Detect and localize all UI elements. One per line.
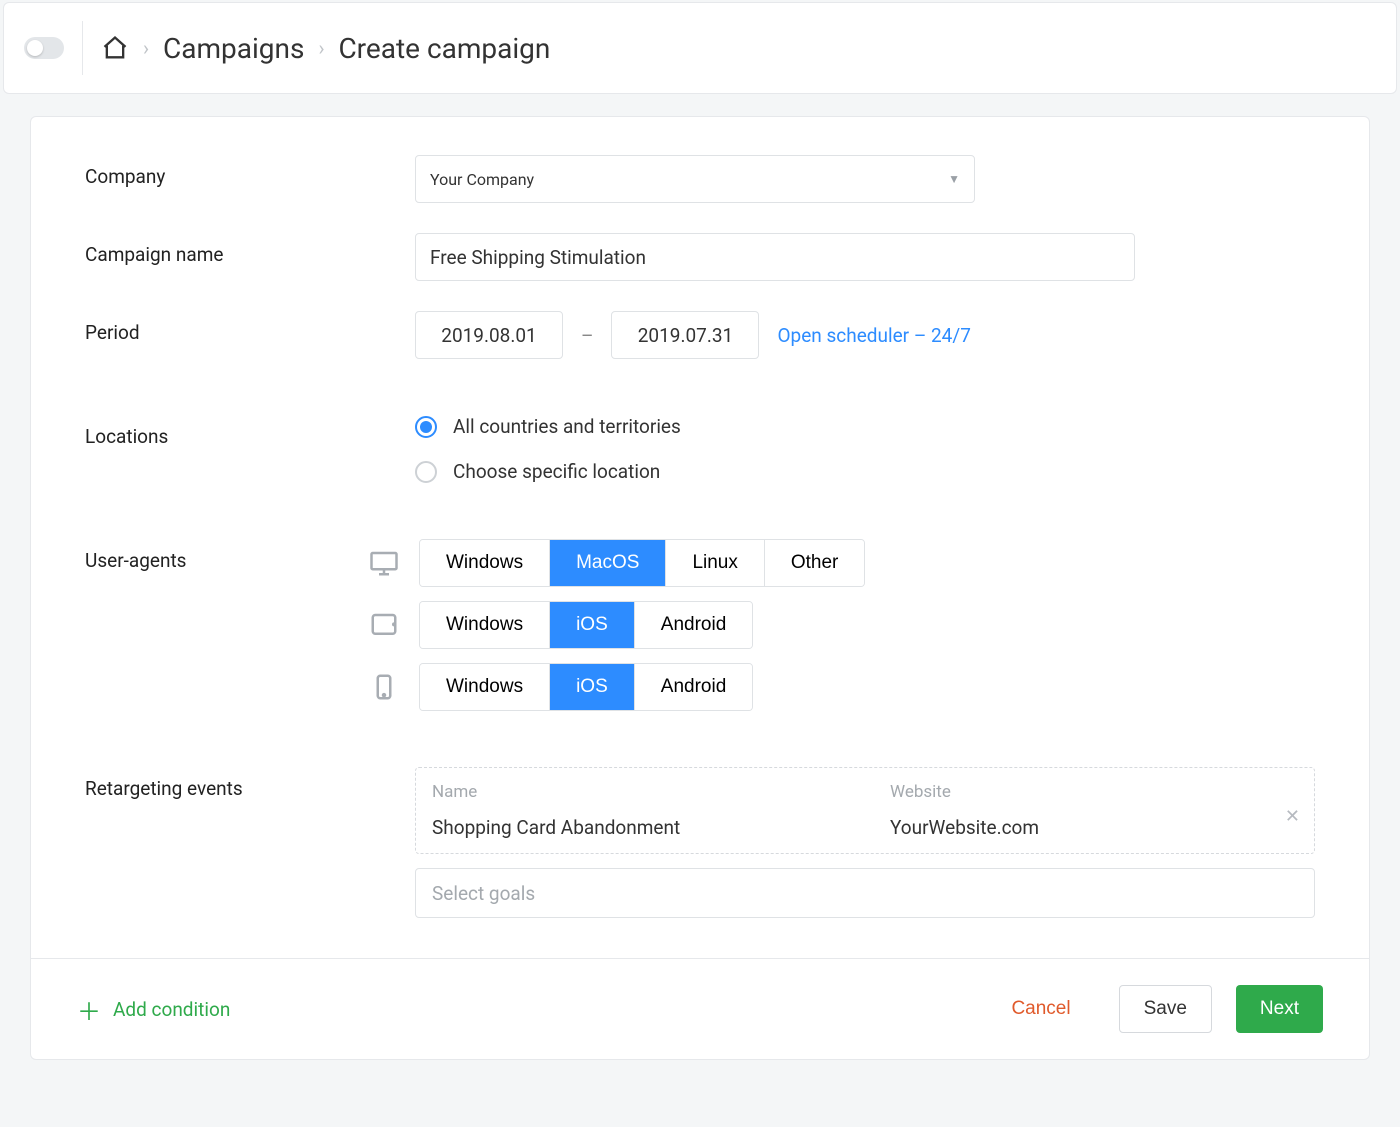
breadcrumb-level1[interactable]: Campaigns <box>163 32 304 65</box>
campaign-name-value: Free Shipping Stimulation <box>430 246 646 269</box>
period-end-input[interactable]: 2019.07.31 <box>611 311 759 359</box>
chevron-right-icon: › <box>318 36 324 60</box>
caret-down-icon: ▼ <box>948 172 960 186</box>
desktop-icon <box>367 548 401 578</box>
ua-desktop-segments: Windows MacOS Linux Other <box>419 539 865 587</box>
event-website-value: YourWebsite.com <box>890 816 1298 839</box>
retargeting-event-row: Name Shopping Card Abandonment Website Y… <box>415 767 1315 854</box>
plus-icon: ＋ <box>77 992 101 1027</box>
form-panel: Company Your Company ▼ Campaign name Fre… <box>30 116 1370 1060</box>
locations-option-specific[interactable]: Choose specific location <box>415 460 1315 483</box>
add-condition-button[interactable]: ＋ Add condition <box>77 992 230 1027</box>
scheduler-link[interactable]: Open scheduler – 24/7 <box>777 324 970 347</box>
ua-tablet-row: Windows iOS Android <box>367 601 1315 649</box>
ua-tablet-ios[interactable]: iOS <box>550 602 635 648</box>
locations-option-all[interactable]: All countries and territories <box>415 415 1315 438</box>
topbar: › Campaigns › Create campaign <box>3 2 1397 94</box>
period-label: Period <box>85 311 415 344</box>
ua-tablet-windows[interactable]: Windows <box>420 602 550 648</box>
tablet-icon <box>367 610 401 640</box>
chevron-right-icon: › <box>143 36 149 60</box>
ua-mobile-ios[interactable]: iOS <box>550 664 635 710</box>
remove-event-icon[interactable]: ✕ <box>1285 808 1300 826</box>
company-label: Company <box>85 155 415 188</box>
mobile-icon <box>367 672 401 702</box>
company-select[interactable]: Your Company ▼ <box>415 155 975 203</box>
breadcrumb-level2: Create campaign <box>338 32 550 65</box>
company-select-value: Your Company <box>430 170 534 189</box>
next-button[interactable]: Next <box>1236 985 1323 1033</box>
retargeting-label: Retargeting events <box>85 767 415 800</box>
campaign-name-label: Campaign name <box>85 233 415 266</box>
event-name-value: Shopping Card Abandonment <box>432 816 858 839</box>
event-header-website: Website <box>890 782 1298 802</box>
cancel-button[interactable]: Cancel <box>987 985 1094 1033</box>
ua-mobile-windows[interactable]: Windows <box>420 664 550 710</box>
ua-mobile-android[interactable]: Android <box>635 664 753 710</box>
user-agents-label: User-agents <box>85 539 367 572</box>
breadcrumb: › Campaigns › Create campaign <box>101 32 550 65</box>
ua-desktop-linux[interactable]: Linux <box>666 540 764 586</box>
radio-icon <box>415 461 437 483</box>
ua-desktop-windows[interactable]: Windows <box>420 540 550 586</box>
locations-label: Locations <box>85 415 415 448</box>
save-button[interactable]: Save <box>1119 985 1212 1033</box>
period-start-input[interactable]: 2019.08.01 <box>415 311 563 359</box>
event-header-name: Name <box>432 782 858 802</box>
ua-desktop-other[interactable]: Other <box>765 540 865 586</box>
home-icon[interactable] <box>101 34 129 62</box>
ua-tablet-segments: Windows iOS Android <box>419 601 753 649</box>
divider <box>82 21 83 75</box>
radio-icon <box>415 416 437 438</box>
period-dash: – <box>581 324 593 347</box>
ua-mobile-row: Windows iOS Android <box>367 663 1315 711</box>
form-footer: ＋ Add condition Cancel Save Next <box>31 958 1369 1059</box>
ua-desktop-macos[interactable]: MacOS <box>550 540 666 586</box>
ua-desktop-row: Windows MacOS Linux Other <box>367 539 1315 587</box>
ua-tablet-android[interactable]: Android <box>635 602 753 648</box>
toggle-switch[interactable] <box>24 37 64 59</box>
campaign-name-input[interactable]: Free Shipping Stimulation <box>415 233 1135 281</box>
goals-select[interactable]: Select goals <box>415 868 1315 918</box>
ua-mobile-segments: Windows iOS Android <box>419 663 753 711</box>
